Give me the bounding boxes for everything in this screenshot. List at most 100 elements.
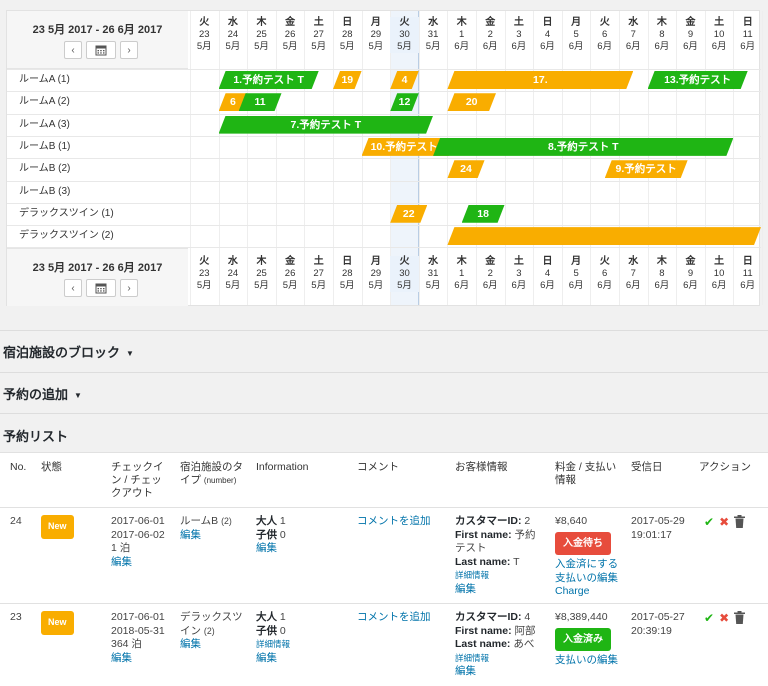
edit-payment-link[interactable]: 支払いの編集 — [555, 572, 618, 586]
edit-dates-link[interactable]: 編集 — [111, 652, 165, 666]
approve-icon[interactable]: ✔ — [704, 515, 714, 529]
block-section-toggle[interactable]: 宿泊施設のブロック ▼ — [3, 342, 134, 361]
add-comment-link[interactable]: コメントを追加 — [357, 611, 431, 625]
approve-icon[interactable]: ✔ — [704, 611, 714, 625]
mark-paid-link[interactable]: 入金済にする — [555, 558, 618, 572]
add-section-toggle[interactable]: 予約の追加 ▼ — [3, 384, 82, 403]
day-header: 金 26 5月 — [276, 256, 305, 292]
booking-bar[interactable]: 17. — [447, 71, 633, 89]
edit-customer-link[interactable]: 編集 — [455, 583, 536, 597]
trash-icon[interactable] — [734, 515, 746, 528]
day-header: 水 24 5月 — [219, 256, 248, 292]
room-type: デラックスツ — [180, 611, 243, 623]
booking-bar[interactable]: 11 — [239, 93, 282, 111]
room-label: ルームB (2) — [19, 163, 71, 175]
day-month: 6月 — [454, 280, 470, 291]
day-number: 30 — [399, 29, 410, 40]
day-weekday: 火 — [599, 256, 610, 267]
booking-bar[interactable]: 8.予約テスト T — [433, 138, 733, 156]
received-time: 20:39:19 — [631, 624, 672, 637]
edit-room-link[interactable]: 編集 — [180, 638, 243, 652]
day-weekday: 木 — [656, 17, 667, 28]
prev-button[interactable]: ‹ — [64, 279, 82, 297]
day-weekday: 日 — [742, 256, 753, 267]
day-month: 6月 — [511, 280, 527, 291]
trash-icon[interactable] — [734, 611, 746, 624]
charge-link[interactable]: Charge — [555, 585, 618, 599]
day-header: 金 9 6月 — [676, 17, 705, 53]
cancel-icon[interactable]: ✖ — [719, 611, 729, 625]
row-line — [7, 113, 761, 115]
day-header: 土 27 5月 — [304, 17, 333, 53]
day-weekday: 土 — [714, 256, 725, 267]
day-header: 日 28 5月 — [333, 17, 362, 53]
next-button[interactable]: › — [120, 279, 138, 297]
add-comment-link[interactable]: コメントを追加 — [357, 515, 431, 529]
customer-id-label: カスタマーID: — [455, 611, 522, 623]
edit-info-link[interactable]: 編集 — [256, 652, 290, 666]
adults-label: 大人 — [256, 611, 277, 623]
edit-info-link[interactable]: 編集 — [256, 542, 286, 556]
row-line — [7, 91, 761, 93]
day-header: 日 4 6月 — [533, 17, 562, 53]
booking-bar[interactable]: 18 — [462, 205, 505, 223]
day-number: 27 — [313, 268, 324, 279]
day-number: 24 — [227, 268, 239, 279]
cancel-icon[interactable]: ✖ — [719, 515, 729, 529]
col-header-customer: お客様情報 — [455, 461, 508, 473]
day-month: 6月 — [683, 280, 698, 291]
list-section-title: 予約リスト — [3, 429, 69, 444]
room-label: ルームA (3) — [19, 118, 70, 130]
day-number: 7 — [630, 29, 636, 40]
kids-label: 子供 — [256, 624, 277, 637]
day-header: 木 25 5月 — [247, 256, 276, 292]
day-weekday: 木 — [456, 17, 467, 28]
edit-dates-link[interactable]: 編集 — [111, 556, 165, 570]
day-month: 6月 — [711, 41, 727, 52]
day-weekday: 土 — [513, 17, 524, 28]
day-month: 5月 — [225, 41, 241, 52]
edit-customer-link[interactable]: 編集 — [455, 665, 536, 679]
info-details-link[interactable]: 詳細情報 — [256, 638, 290, 652]
day-weekday: 日 — [342, 17, 353, 28]
calendar-picker-button[interactable] — [86, 41, 116, 59]
booking-bar[interactable] — [447, 227, 761, 245]
nights: 364 泊 — [111, 638, 142, 650]
booking-bar[interactable]: 13.予約テスト — [648, 71, 748, 89]
booking-bar[interactable]: 1.予約テスト T — [219, 71, 319, 89]
row-divider — [0, 603, 768, 604]
details-link[interactable]: 詳細情報 — [455, 652, 536, 666]
day-number: 6 — [602, 29, 608, 40]
customer-id: 2 — [524, 515, 531, 527]
details-link[interactable]: 詳細情報 — [455, 569, 536, 583]
day-number: 4 — [544, 29, 551, 40]
day-header: 木 25 5月 — [247, 17, 276, 53]
day-month: 6月 — [540, 41, 555, 52]
edit-room-link[interactable]: 編集 — [180, 529, 232, 543]
day-month: 5月 — [397, 280, 412, 291]
received-date: 2017-05-27 — [631, 611, 685, 623]
booking-bar[interactable]: 9.予約テスト — [605, 160, 688, 178]
received-cell: 2017-05-27 20:39:19 — [631, 611, 685, 638]
next-button[interactable]: › — [120, 41, 138, 59]
edit-payment-link[interactable]: 支払いの編集 — [555, 654, 618, 668]
day-number: 9 — [687, 29, 694, 40]
day-month: 6月 — [597, 280, 613, 291]
booking-bar[interactable]: 19 — [333, 71, 362, 89]
prev-button[interactable]: ‹ — [64, 41, 82, 59]
adults-label: 大人 — [256, 515, 277, 527]
booking-bar[interactable]: 7.予約テスト T — [219, 116, 434, 134]
day-month: 5月 — [282, 41, 298, 52]
booking-bar[interactable]: 24 — [447, 160, 484, 178]
day-header: 土 27 5月 — [304, 256, 333, 292]
booking-bar[interactable]: 20 — [447, 93, 496, 111]
day-month: 6月 — [482, 41, 498, 52]
day-number: 6 — [602, 268, 608, 279]
day-number: 2 — [487, 29, 493, 40]
adults-count: 1 — [279, 515, 286, 527]
room-type-cont: イン — [180, 624, 201, 637]
calendar-picker-button[interactable] — [86, 279, 116, 297]
day-month: 6月 — [568, 280, 584, 291]
payment-status-badge: 入金待ち — [555, 531, 611, 555]
day-header: 日 11 6月 — [733, 17, 762, 53]
